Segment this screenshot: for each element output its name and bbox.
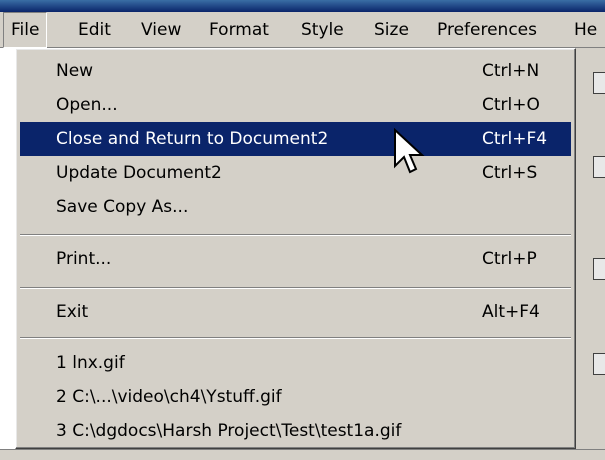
file-menu-dropdown: New Ctrl+N Open... Ctrl+O Close and Retu… [15, 48, 576, 449]
menu-item-print[interactable]: Print... Ctrl+P [20, 242, 571, 276]
document-edge-mark [593, 258, 605, 280]
menu-item-close-and-return[interactable]: Close and Return to Document2 Ctrl+F4 [20, 122, 571, 156]
recent-file-2[interactable]: 2 C:\...\video\ch4\Ystuff.gif [20, 380, 571, 414]
menu-item-save-copy-as[interactable]: Save Copy As... [20, 190, 571, 224]
menu-view[interactable]: View [134, 12, 188, 48]
menu-edit[interactable]: Edit [71, 12, 118, 48]
menu-separator [20, 234, 571, 236]
menu-item-exit[interactable]: Exit Alt+F4 [20, 295, 571, 329]
menu-size[interactable]: Size [367, 12, 416, 48]
menu-help[interactable]: He [567, 12, 604, 48]
menu-bar: File Edit View Format Style Size Prefere… [0, 12, 605, 48]
document-edge-mark [593, 156, 605, 178]
recent-file-3[interactable]: 3 C:\dgdocs\Harsh Project\Test\test1a.gi… [20, 414, 571, 448]
menu-separator [20, 287, 571, 289]
document-edge-mark [593, 353, 605, 375]
menu-separator [20, 337, 571, 339]
menu-style[interactable]: Style [294, 12, 351, 48]
background-document [575, 48, 605, 460]
arrow-pointer-icon [394, 128, 425, 174]
window-bottom-edge [0, 449, 605, 460]
menu-preferences[interactable]: Preferences [430, 12, 544, 48]
document-edge-mark [593, 72, 605, 94]
recent-file-1[interactable]: 1 lnx.gif [20, 346, 571, 380]
menu-item-update-document[interactable]: Update Document2 Ctrl+S [20, 156, 571, 190]
menu-item-open[interactable]: Open... Ctrl+O [20, 88, 571, 122]
menu-file[interactable]: File [3, 12, 48, 48]
menu-item-new[interactable]: New Ctrl+N [20, 54, 571, 88]
title-bar-edge [0, 0, 605, 12]
menu-format[interactable]: Format [202, 12, 276, 48]
